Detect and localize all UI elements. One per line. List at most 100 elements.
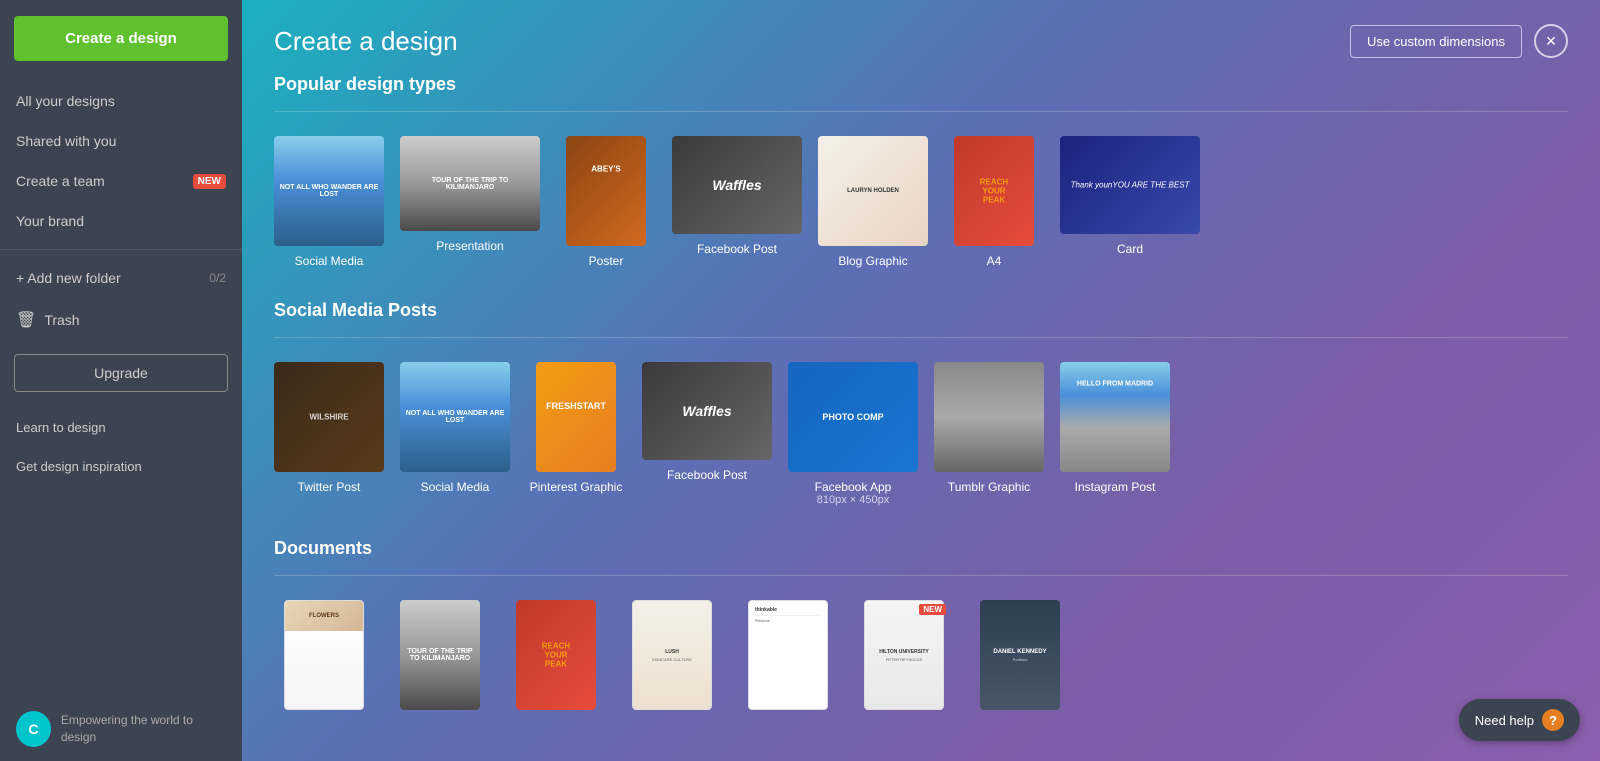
a4-label: A4: [987, 254, 1002, 268]
doc3-thumb: [516, 600, 596, 710]
sidebar-item-all-designs[interactable]: All your designs: [0, 81, 242, 121]
documents-section-title: Documents: [274, 538, 1568, 559]
doc4-thumb: LUSH SKINCARE CULTURE: [632, 600, 712, 710]
facebook-post-thumb: [672, 136, 802, 234]
facebook-post2-thumb: [642, 362, 772, 460]
card-doc7[interactable]: DANIEL KENNEDY Portfolio: [970, 600, 1070, 718]
card-doc2[interactable]: [390, 600, 490, 718]
card-a4[interactable]: A4: [944, 136, 1044, 268]
a4-thumb: [954, 136, 1034, 246]
poster-label: Poster: [589, 254, 624, 268]
card-poster[interactable]: Poster: [556, 136, 656, 268]
new-badge: NEW: [193, 174, 226, 189]
sidebar-divider: [0, 249, 242, 250]
canva-logo: C: [16, 711, 51, 747]
instagram-thumb: [1060, 362, 1170, 472]
close-button[interactable]: ×: [1534, 24, 1568, 58]
tumblr-label: Tumblr Graphic: [948, 480, 1030, 494]
doc6-thumb: HILTON UNIVERSITY PETER REYNOLDS: [864, 600, 944, 710]
doc1-thumb: FLOWERS: [284, 600, 364, 710]
card-doc3[interactable]: [506, 600, 606, 718]
upgrade-button[interactable]: Upgrade: [14, 354, 228, 392]
social-media-section-title: Social Media Posts: [274, 300, 1568, 321]
pinterest-label: Pinterest Graphic: [530, 480, 623, 494]
doc5-thumb: thinkable Resume: [748, 600, 828, 710]
inspiration-label: Get design inspiration: [16, 459, 142, 474]
presentation-thumb: [400, 136, 540, 231]
docs-divider: [274, 575, 1568, 576]
social-divider: [274, 337, 1568, 338]
card-thumb: [1060, 136, 1200, 234]
social-grid: Twitter Post Social Media Pinterest Grap…: [274, 362, 1568, 506]
header-right: Use custom dimensions ×: [1350, 24, 1568, 58]
help-icon: ?: [1542, 709, 1564, 731]
learn-label: Learn to design: [16, 420, 106, 435]
card-facebook-post2[interactable]: Facebook Post: [642, 362, 772, 506]
twitter-post-thumb: [274, 362, 384, 472]
card-blog-graphic[interactable]: Blog Graphic: [818, 136, 928, 268]
facebook-app-sublabel: 810px × 450px: [817, 494, 889, 506]
footer-text: Empowering the world to design: [61, 712, 226, 746]
sidebar-item-inspiration[interactable]: Get design inspiration: [0, 447, 242, 486]
main-content: Create a design Use custom dimensions × …: [242, 0, 1600, 761]
facebook-post2-label: Facebook Post: [667, 468, 747, 482]
card-twitter-post[interactable]: Twitter Post: [274, 362, 384, 506]
pinterest-thumb: [536, 362, 616, 472]
card-social-media2[interactable]: Social Media: [400, 362, 510, 506]
blog-graphic-label: Blog Graphic: [838, 254, 907, 268]
sidebar-footer: C Empowering the world to design: [0, 697, 242, 761]
card-social-media[interactable]: Social Media: [274, 136, 384, 268]
your-brand-label: Your brand: [16, 213, 84, 229]
docs-grid: FLOWERS LUSH SKINCARE CULTURE: [274, 600, 1568, 718]
popular-section-title: Popular design types: [274, 74, 1568, 95]
main-header: Create a design Use custom dimensions ×: [242, 0, 1600, 74]
facebook-app-thumb: [788, 362, 918, 472]
card-doc4[interactable]: LUSH SKINCARE CULTURE: [622, 600, 722, 718]
add-folder-label: + Add new folder: [16, 270, 121, 286]
card-doc1[interactable]: FLOWERS: [274, 600, 374, 718]
blog-graphic-thumb: [818, 136, 928, 246]
custom-dimensions-button[interactable]: Use custom dimensions: [1350, 25, 1522, 58]
social-media-thumb: [274, 136, 384, 246]
create-team-label: Create a team: [16, 173, 105, 189]
poster-thumb: [566, 136, 646, 246]
card-doc5[interactable]: thinkable Resume: [738, 600, 838, 718]
all-designs-label: All your designs: [16, 93, 115, 109]
page-title: Create a design: [274, 26, 458, 57]
sidebar-item-trash[interactable]: 🗑 Trash: [0, 298, 242, 342]
documents-section: Documents FLOWERS: [242, 538, 1600, 750]
card-facebook-app[interactable]: Facebook App 810px × 450px: [788, 362, 918, 506]
card-pinterest[interactable]: Pinterest Graphic: [526, 362, 626, 506]
presentation-label: Presentation: [436, 239, 503, 253]
instagram-label: Instagram Post: [1075, 480, 1156, 494]
sidebar-item-create-team[interactable]: Create a team NEW: [0, 161, 242, 201]
sidebar: Create a design All your designs Shared …: [0, 0, 242, 761]
sidebar-item-add-folder[interactable]: + Add new folder 0/2: [0, 258, 242, 298]
sidebar-item-shared[interactable]: Shared with you: [0, 121, 242, 161]
card-card[interactable]: Card: [1060, 136, 1200, 268]
facebook-app-label: Facebook App: [815, 480, 892, 494]
popular-section: Popular design types Social Media Presen…: [242, 74, 1600, 300]
create-design-button[interactable]: Create a design: [14, 16, 228, 61]
card-doc6[interactable]: HILTON UNIVERSITY PETER REYNOLDS NEW: [854, 600, 954, 718]
need-help-button[interactable]: Need help ?: [1459, 699, 1580, 741]
sidebar-item-your-brand[interactable]: Your brand: [0, 201, 242, 241]
card-instagram[interactable]: Instagram Post: [1060, 362, 1170, 506]
popular-divider: [274, 111, 1568, 112]
card-tumblr[interactable]: Tumblr Graphic: [934, 362, 1044, 506]
sidebar-bottom-nav: Learn to design Get design inspiration: [0, 408, 242, 486]
popular-grid: Social Media Presentation Poster Faceboo…: [274, 136, 1568, 268]
tumblr-thumb: [934, 362, 1044, 472]
social-media2-thumb: [400, 362, 510, 472]
social-media-label: Social Media: [295, 254, 364, 268]
shared-label: Shared with you: [16, 133, 116, 149]
facebook-post-label: Facebook Post: [697, 242, 777, 256]
social-media-section: Social Media Posts Twitter Post Social M…: [242, 300, 1600, 538]
card-presentation[interactable]: Presentation: [400, 136, 540, 268]
twitter-post-label: Twitter Post: [298, 480, 361, 494]
card-facebook-post[interactable]: Facebook Post: [672, 136, 802, 268]
folder-count: 0/2: [209, 271, 226, 285]
card-label: Card: [1117, 242, 1143, 256]
sidebar-item-learn[interactable]: Learn to design: [0, 408, 242, 447]
social-media2-label: Social Media: [421, 480, 490, 494]
